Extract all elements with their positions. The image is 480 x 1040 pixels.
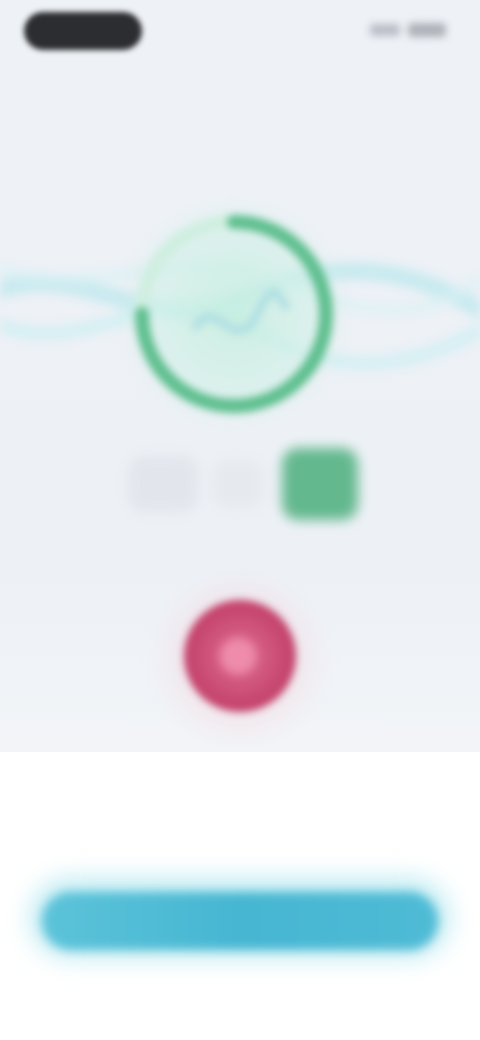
status-bar-pill <box>24 12 142 50</box>
signal-icon <box>370 24 400 36</box>
record-icon <box>220 638 256 674</box>
primary-cta-button[interactable] <box>42 892 438 950</box>
mode-option-2[interactable] <box>212 460 264 508</box>
battery-icon <box>408 23 446 37</box>
status-bar-indicators <box>356 22 446 38</box>
mode-selector <box>120 444 370 524</box>
waveform-icon <box>192 288 290 335</box>
progress-ring-svg <box>135 215 333 413</box>
mode-option-1[interactable] <box>128 456 198 512</box>
progress-ring <box>126 206 342 422</box>
app-screen <box>0 0 480 1040</box>
mode-option-3-selected[interactable] <box>282 448 358 520</box>
